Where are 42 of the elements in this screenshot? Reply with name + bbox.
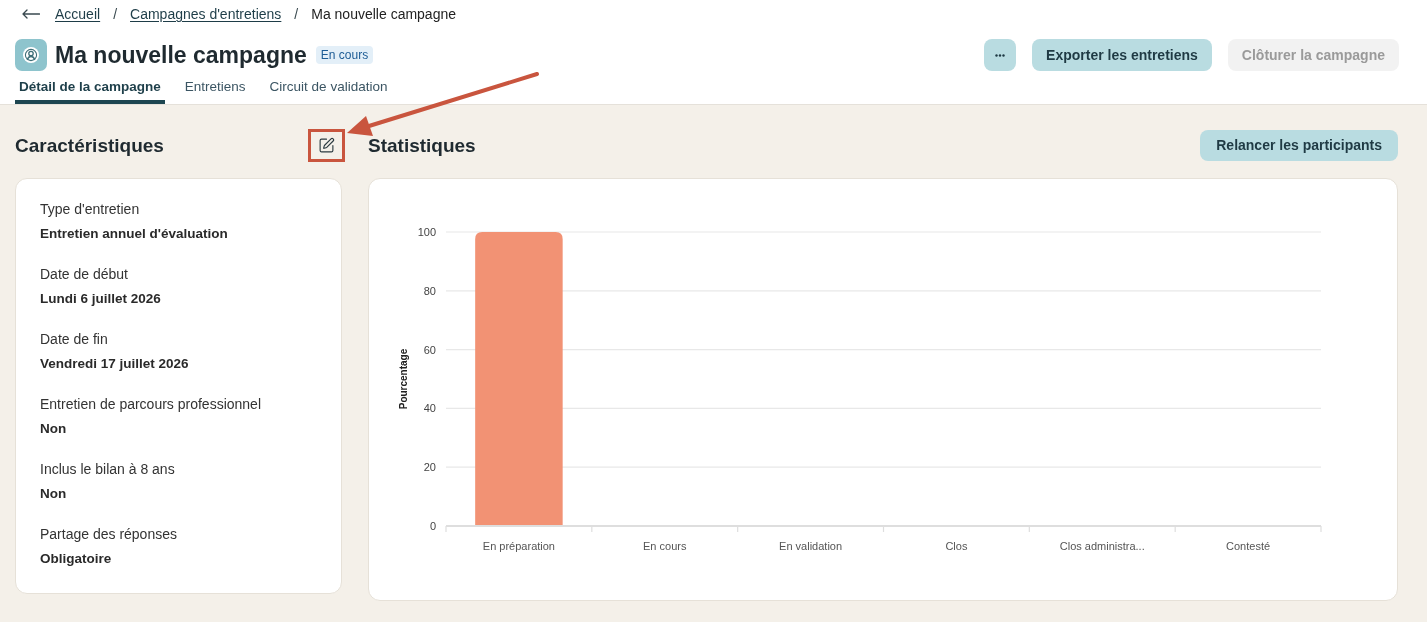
status-badge: En cours bbox=[315, 46, 374, 64]
page-title: Ma nouvelle campagne bbox=[55, 41, 307, 70]
y-axis-tick-label: 0 bbox=[429, 520, 436, 532]
field-label: Inclus le bilan à 8 ans bbox=[40, 460, 176, 479]
y-axis-tick-label: 20 bbox=[423, 461, 436, 474]
field-label: Date de début bbox=[40, 265, 129, 284]
y-axis-tick-label: 80 bbox=[423, 284, 436, 297]
field-value: Entretien annuel d'évaluation bbox=[40, 225, 229, 243]
x-axis-label: En validation bbox=[779, 540, 843, 552]
y-axis-title: Pourcentage bbox=[398, 348, 409, 410]
tab[interactable]: Entretiens bbox=[180, 71, 250, 104]
field-label: Entretien de parcours professionnel bbox=[40, 395, 263, 414]
remind-participants-button[interactable]: Relancer les participants bbox=[1200, 130, 1398, 161]
back-arrow-icon[interactable] bbox=[22, 9, 40, 19]
y-axis-tick-label: 100 bbox=[417, 226, 436, 238]
x-axis-label: En cours bbox=[643, 540, 687, 552]
edit-icon bbox=[318, 137, 335, 154]
breadcrumb-current: Ma nouvelle campagne bbox=[311, 5, 456, 24]
action-button[interactable]: Exporter les entretiens bbox=[1032, 39, 1212, 71]
section-heading: Statistiques bbox=[368, 133, 476, 158]
x-axis-label: Clos administra... bbox=[1059, 540, 1145, 552]
field-value: Non bbox=[40, 420, 68, 438]
x-axis-label: En préparation bbox=[482, 540, 555, 552]
person-icon bbox=[15, 39, 47, 71]
breadcrumb-separator: / bbox=[113, 5, 118, 24]
section-heading: Caractéristiques bbox=[15, 133, 164, 158]
breadcrumb-separator: / bbox=[294, 5, 299, 24]
field-label: Date de fin bbox=[40, 330, 109, 349]
breadcrumb-link[interactable]: Campagnes d'entretiens bbox=[130, 4, 282, 24]
x-axis-label: Contesté bbox=[1226, 540, 1271, 552]
field-label: Partage des réponses bbox=[40, 525, 178, 544]
y-axis-tick-label: 60 bbox=[423, 343, 436, 356]
x-axis-label: Clos bbox=[945, 540, 968, 552]
ellipsis-icon bbox=[995, 53, 1006, 57]
field-value: Obligatoire bbox=[40, 550, 113, 568]
field-value: Non bbox=[40, 485, 68, 503]
tab[interactable]: Circuit de validation bbox=[265, 71, 392, 104]
field-value: Lundi 6 juillet 2026 bbox=[40, 290, 162, 308]
y-axis-tick-label: 40 bbox=[423, 402, 436, 415]
field-value: Vendredi 17 juillet 2026 bbox=[40, 355, 190, 373]
breadcrumb-link[interactable]: Accueil bbox=[55, 4, 101, 24]
field-label: Type d'entretien bbox=[40, 200, 141, 219]
